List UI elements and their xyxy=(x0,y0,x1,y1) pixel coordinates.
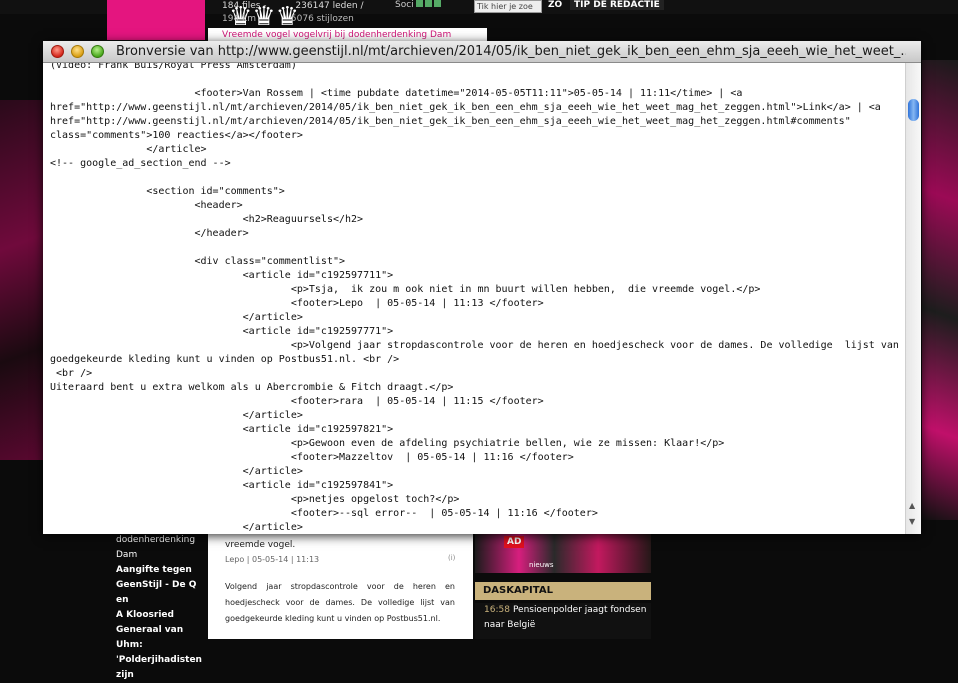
tip-button[interactable]: TIP DE REDACTIE xyxy=(570,0,664,10)
stats-km: 194 km xyxy=(222,14,257,24)
minimize-button[interactable] xyxy=(71,45,84,58)
source-line: Uiteraard bent u extra welkom als u Aber… xyxy=(50,382,454,393)
site-logo[interactable]: ♛♛♛ xyxy=(107,0,299,40)
headline-link[interactable]: Vreemde vogel vogelvrij bij dodenherdenk… xyxy=(208,28,487,42)
source-line: <p>Volgend jaar stropdascontrole voor de… xyxy=(50,340,899,351)
social-icon[interactable] xyxy=(433,0,441,7)
source-line: href="http://www.geenstijl.nl/mt/archiev… xyxy=(50,116,851,127)
left-link[interactable]: A Kloosried xyxy=(116,608,205,623)
article-meta: Lepo | 05-05-14 | 11:13 xyxy=(225,555,320,564)
ad-badge: AD xyxy=(504,536,525,548)
source-window: Bronversie van http://www.geenstijl.nl/m… xyxy=(43,41,921,534)
source-line: <footer>Lepo | 05-05-14 | 11:13 </footer… xyxy=(50,298,544,309)
source-line: </article> xyxy=(50,410,303,421)
article-meta-marker: (i) xyxy=(448,554,456,562)
article-snippet: vreemde vogel. xyxy=(225,540,296,550)
source-view[interactable]: (Video: Frank Buis/Royal Press Amsterdam… xyxy=(43,63,905,534)
source-line: href="http://www.geenstijl.nl/mt/archiev… xyxy=(50,102,881,113)
stats-members: 236147 leden / xyxy=(295,1,364,11)
source-line: </header> xyxy=(50,228,249,239)
daskapital-time: 16:58 xyxy=(484,605,510,615)
search-button[interactable]: ZO xyxy=(548,0,562,10)
left-link[interactable]: Aangifte tegen xyxy=(116,563,205,578)
source-line: (Video: Frank Buis/Royal Press Amsterdam… xyxy=(50,63,297,71)
source-line: <footer>Mazzeltov | 05-05-14 | 11:16 </f… xyxy=(50,452,574,463)
scrollbar-thumb[interactable] xyxy=(908,99,919,121)
social-icon[interactable] xyxy=(415,0,423,7)
source-line: <footer>--sql error-- | 05-05-14 | 11:16… xyxy=(50,508,598,519)
source-line: <br /> xyxy=(50,368,93,379)
social-label: Soci xyxy=(395,0,414,10)
source-line: <header> xyxy=(50,200,243,211)
ad-sub: nieuws xyxy=(529,561,554,569)
stats-stijlozen: 5076 stijlozen xyxy=(290,14,354,24)
background-decoration-right xyxy=(922,60,958,520)
source-line: <footer>rara | 05-05-14 | 11:15 </footer… xyxy=(50,396,544,407)
source-line: goedgekeurde kleding kunt u vinden op Po… xyxy=(50,354,400,365)
daskapital-item[interactable]: 16:58 Pensioenpolder jaagt fondsen naar B… xyxy=(475,603,651,639)
daskapital-text: Pensioenpolder jaagt fondsen xyxy=(512,605,647,615)
source-line: <p>Gewoon even de afdeling psychiatrie b… xyxy=(50,438,725,449)
daskapital-header[interactable]: DASKAPITAL xyxy=(475,582,651,600)
window-titlebar[interactable]: Bronversie van http://www.geenstijl.nl/m… xyxy=(43,41,921,63)
article-comment: Volgend jaar stropdascontrole voor de he… xyxy=(225,582,455,623)
vertical-scrollbar[interactable]: ▲ ▼ xyxy=(905,63,921,534)
left-link[interactable]: Dam xyxy=(116,548,205,563)
source-line: <article id="c192597841"> xyxy=(50,480,394,491)
source-line: <section id="comments"> xyxy=(50,186,285,197)
site-left-column: dodenherdenking Dam Aangifte tegen GeenS… xyxy=(107,533,205,680)
left-link[interactable]: Generaal van Uhm: xyxy=(116,623,205,653)
source-line: </article> xyxy=(50,522,303,533)
source-line: <h2>Reaguursels</h2> xyxy=(50,214,364,225)
zoom-button[interactable] xyxy=(91,45,104,58)
photo-strip[interactable] xyxy=(475,533,651,573)
scroll-up-arrow-icon[interactable]: ▲ xyxy=(909,501,915,510)
source-line: <footer>Van Rossem | <time pubdate datet… xyxy=(50,88,743,99)
source-line: </article> xyxy=(50,466,303,477)
source-line: class="comments">100 reacties</a></foote… xyxy=(50,130,303,141)
source-line: </article> xyxy=(50,312,303,323)
source-line: <p>netjes opgelost toch?</p> xyxy=(50,494,460,505)
source-line: <div class="commentlist"> xyxy=(50,256,346,267)
source-line: <article id="c192597711"> xyxy=(50,270,394,281)
left-link[interactable]: GeenStijl - De Q en xyxy=(116,578,205,608)
site-article: vreemde vogel. Lepo | 05-05-14 | 11:13 (… xyxy=(208,533,473,639)
source-line: <p>Tsja, ik zou m ook niet in mn buurt w… xyxy=(50,284,761,295)
site-search-input[interactable]: Tik hier je zoe xyxy=(474,0,542,13)
social-bar: Soci xyxy=(395,0,441,10)
left-link[interactable]: 'Polderjihadisten zijn xyxy=(116,653,205,683)
daskapital-text-2: naar België xyxy=(484,620,536,630)
stats-files: 184 files - xyxy=(222,1,267,11)
site-stats: 184 files - 236147 leden / xyxy=(222,1,390,11)
source-line: <article id="c192597771"> xyxy=(50,326,394,337)
source-line: <article id="c192597821"> xyxy=(50,424,394,435)
close-button[interactable] xyxy=(51,45,64,58)
source-line: </article> xyxy=(50,144,207,155)
background-decoration-left xyxy=(0,100,45,460)
window-title: Bronversie van http://www.geenstijl.nl/m… xyxy=(116,44,906,59)
scroll-down-arrow-icon[interactable]: ▼ xyxy=(909,517,915,526)
social-icon[interactable] xyxy=(424,0,432,7)
source-line: <!-- google_ad_section_end --> xyxy=(50,158,231,169)
site-stats-secondary: 194 km 5076 stijlozen xyxy=(222,14,386,24)
left-link[interactable]: dodenherdenking xyxy=(116,533,205,548)
